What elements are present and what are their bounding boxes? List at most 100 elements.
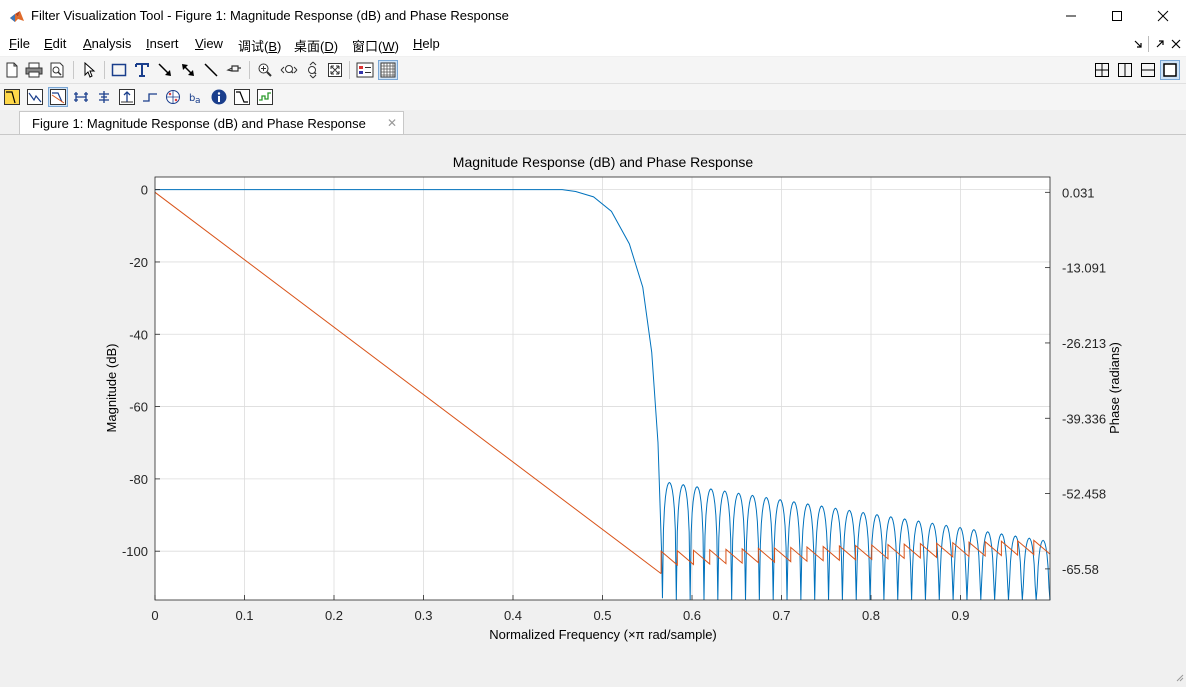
- tile-layout-button[interactable]: [1092, 60, 1112, 80]
- phase-delay-button[interactable]: [94, 87, 114, 107]
- filter-coefficients-icon: ba: [189, 93, 201, 105]
- double-arrow-icon: [182, 64, 194, 76]
- tab-label: Figure 1: Magnitude Response (dB) and Ph…: [32, 116, 366, 131]
- noise-power-icon: [257, 89, 273, 105]
- toolbar-separator: [73, 61, 74, 79]
- x-tick-label: 0: [151, 608, 158, 623]
- print-button[interactable]: [24, 60, 44, 80]
- step-response-button[interactable]: [140, 87, 160, 107]
- menu-file[interactable]: File: [9, 36, 30, 51]
- analysis-toolbar: ba: [0, 84, 1186, 111]
- impulse-response-button[interactable]: [117, 87, 137, 107]
- chart-title: Magnitude Response (dB) and Phase Respon…: [453, 154, 754, 170]
- pole-zero-icon: [166, 90, 180, 104]
- dock-arrow-icon[interactable]: [1133, 39, 1143, 49]
- left-right-layout-button[interactable]: [1115, 60, 1135, 80]
- y-tick-label: -100: [122, 544, 148, 559]
- magnitude-phase-icon: [50, 89, 66, 105]
- new-figure-button[interactable]: [2, 60, 22, 80]
- left-right-layout-icon: [1118, 63, 1132, 77]
- step-response-icon: [143, 93, 157, 102]
- zoom-y-button[interactable]: [303, 60, 323, 80]
- minimize-button[interactable]: [1048, 0, 1094, 32]
- single-layout-icon: [1163, 63, 1177, 77]
- undock-arrow-icon[interactable]: [1155, 39, 1165, 49]
- matlab-app-icon: [9, 8, 25, 24]
- menu-analysis[interactable]: Analysis: [83, 36, 131, 51]
- pointer-icon: [84, 62, 96, 78]
- full-view-button[interactable]: [325, 60, 345, 80]
- menu-insert[interactable]: Insert: [146, 36, 179, 51]
- toolbar-separator: [349, 61, 350, 79]
- tab-close-icon[interactable]: ✕: [387, 116, 397, 130]
- x-tick-label: 0.7: [772, 608, 790, 623]
- select-button[interactable]: [79, 60, 99, 80]
- pole-zero-button[interactable]: [163, 87, 183, 107]
- figure-tab-strip: Figure 1: Magnitude Response (dB) and Ph…: [0, 110, 1186, 135]
- y2-tick-label: 0.031: [1062, 185, 1095, 200]
- pin-icon: [226, 65, 241, 72]
- single-layout-button[interactable]: [1160, 60, 1180, 80]
- print-preview-button[interactable]: [47, 60, 67, 80]
- filter-info-button[interactable]: [209, 87, 229, 107]
- legend-button[interactable]: [355, 60, 375, 80]
- svg-text:a: a: [195, 96, 201, 105]
- magnitude-response-button[interactable]: [25, 87, 45, 107]
- maximize-button[interactable]: [1094, 0, 1140, 32]
- toolbar-separator: [249, 61, 250, 79]
- zoom-x-button[interactable]: [279, 60, 299, 80]
- pin-button[interactable]: [224, 60, 244, 80]
- y-axis-label: Magnitude (dB): [104, 344, 119, 433]
- y2-tick-label: -13.091: [1062, 261, 1106, 276]
- menu-debug[interactable]: 调试(B): [238, 36, 281, 55]
- y-tick-label: -20: [129, 255, 148, 270]
- x-tick-label: 0.3: [414, 608, 432, 623]
- print-icon: [25, 62, 43, 78]
- maximize-icon: [1112, 11, 1122, 21]
- x-tick-label: 0.6: [683, 608, 701, 623]
- figure-area: Magnitude Response (dB) and Phase Respon…: [0, 135, 1186, 684]
- resize-grip-icon[interactable]: [1174, 672, 1184, 682]
- tab-figure-1[interactable]: Figure 1: Magnitude Response (dB) and Ph…: [19, 111, 404, 134]
- insert-text-button[interactable]: [132, 60, 152, 80]
- menu-window[interactable]: 窗口(W): [352, 36, 399, 55]
- top-bottom-layout-button[interactable]: [1138, 60, 1158, 80]
- y-tick-label: 0: [141, 183, 148, 198]
- y2-tick-label: -26.213: [1062, 336, 1106, 351]
- magnitude-estimate-icon: [234, 89, 250, 105]
- close-icon: [1157, 10, 1169, 22]
- insert-arrow-button[interactable]: [155, 60, 175, 80]
- zoom-in-button[interactable]: [255, 60, 275, 80]
- grid-button[interactable]: [378, 60, 398, 80]
- menu-edit[interactable]: Edit: [44, 36, 66, 51]
- text-icon: [135, 63, 149, 77]
- menu-view[interactable]: View: [195, 36, 223, 51]
- tile-layout-icon: [1095, 63, 1109, 77]
- magnitude-response-estimate-button[interactable]: [232, 87, 252, 107]
- x-axis-label: Normalized Frequency (×π rad/sample): [489, 627, 717, 642]
- x-tick-label: 0.5: [593, 608, 611, 623]
- zoom-x-icon: [280, 65, 298, 74]
- x-tick-label: 0.8: [862, 608, 880, 623]
- filter-coefficients-button[interactable]: ba: [186, 87, 206, 107]
- title-bar: Filter Visualization Tool - Figure 1: Ma…: [0, 0, 1186, 32]
- x-tick-label: 0.1: [235, 608, 253, 623]
- magnitude-phase-chart[interactable]: Magnitude Response (dB) and Phase Respon…: [0, 135, 1186, 684]
- phase-delay-icon: [99, 91, 109, 103]
- insert-rectangle-button[interactable]: [109, 60, 129, 80]
- insert-line-button[interactable]: [201, 60, 221, 80]
- y-tick-label: -60: [129, 400, 148, 415]
- round-off-noise-button[interactable]: [255, 87, 275, 107]
- menu-desktop[interactable]: 桌面(D): [294, 36, 338, 55]
- group-delay-button[interactable]: [71, 87, 91, 107]
- x-tick-label: 0.9: [951, 608, 969, 623]
- fit-to-view-icon: [328, 63, 342, 77]
- insert-double-arrow-button[interactable]: [178, 60, 198, 80]
- close-figure-icon[interactable]: [1171, 39, 1181, 49]
- filter-specs-button[interactable]: [2, 87, 22, 107]
- menu-help[interactable]: Help: [413, 36, 440, 51]
- close-button[interactable]: [1140, 0, 1186, 32]
- grid-icon: [380, 62, 396, 78]
- magnitude-phase-response-button[interactable]: [48, 87, 68, 107]
- arrow-icon: [158, 63, 171, 76]
